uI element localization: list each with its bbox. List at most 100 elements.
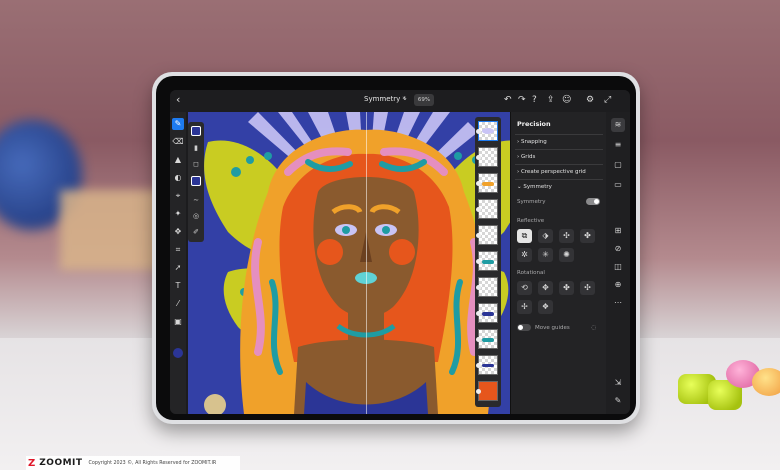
symmetry-section-label: Symmetry [523, 184, 552, 190]
stroke-icon[interactable]: ∼ [190, 194, 202, 206]
rotation-2-icon[interactable]: ⟲ [517, 281, 532, 295]
eraser-icon[interactable]: ⌫ [172, 136, 184, 148]
panel-title: Precision [517, 120, 551, 128]
layers-icon[interactable]: ≋ [611, 118, 625, 132]
reflective-label: Reflective [517, 218, 545, 224]
color-picker-swatch[interactable] [191, 176, 201, 186]
grids-label: Grids [520, 154, 536, 160]
layer-thumb[interactable] [476, 277, 498, 297]
guides-info-icon[interactable]: ◌ [591, 324, 596, 331]
top-bar: ‹ Symmetry * ⌄ 69% ↶ ↷ ? ⇪ ☺ ⚙ ⤢ [170, 90, 630, 112]
comment-icon[interactable]: ▭ [611, 178, 625, 192]
image-icon[interactable]: ▣ [172, 316, 184, 328]
canvas-icon[interactable]: ▢ [611, 158, 625, 172]
layers-panel [475, 117, 501, 407]
text-icon[interactable]: T [172, 280, 184, 292]
pen-icon[interactable]: ✎ [611, 394, 625, 408]
grids-row[interactable]: › Grids [517, 154, 535, 160]
symmetry-section-row[interactable]: ⌄ Symmetry [517, 184, 552, 190]
rotation-4-icon[interactable]: ✤ [559, 281, 574, 295]
snapping-label: Snapping [520, 139, 547, 145]
more-icon[interactable]: ⋯ [611, 296, 625, 310]
back-icon[interactable]: ‹ [176, 93, 180, 106]
touch-shortcut-button[interactable] [204, 394, 226, 414]
mask-icon[interactable]: ◫ [611, 260, 625, 274]
chevron-down-icon[interactable]: ⌄ [402, 94, 408, 102]
layer-thumb[interactable] [476, 329, 498, 349]
add-layer-icon[interactable]: ⊞ [611, 224, 625, 238]
watermark-bar: Z ZOOMIT Copyright 2023 ©, All Rights Re… [26, 456, 240, 470]
rotation-6-icon[interactable]: ✢ [517, 300, 532, 314]
rotation-8-icon[interactable]: ❖ [538, 300, 553, 314]
quad-mirror-icon[interactable]: ✣ [559, 229, 574, 243]
divider [515, 149, 603, 150]
brush-color-swatch[interactable] [191, 126, 201, 136]
layer-thumb[interactable] [476, 121, 498, 141]
fill-icon[interactable]: ▲ [172, 154, 184, 166]
layer-thumb[interactable] [476, 381, 498, 401]
layer-thumb[interactable] [476, 251, 498, 271]
chevron-right-icon: › [517, 139, 520, 145]
adjustments-icon[interactable]: ≡ [611, 138, 625, 152]
symmetry-guide-line[interactable] [366, 112, 367, 414]
chevron-right-icon: › [517, 169, 520, 175]
right-icon-strip: ≋ ≡ ▢ ▭ ⊞ ⊘ ◫ ⊕ ⋯ ⇲ ✎ [606, 112, 630, 414]
rotation-3-icon[interactable]: ✥ [538, 281, 553, 295]
help-icon[interactable]: ? [532, 94, 537, 106]
share-icon[interactable]: ⇪ [547, 94, 555, 106]
chevron-down-icon: ⌄ [517, 184, 522, 190]
undo-icon[interactable]: ↶ [504, 94, 512, 106]
radial-mirror-8-icon[interactable]: ✳ [538, 248, 553, 262]
smudge-icon[interactable]: ◐ [172, 172, 184, 184]
zoom-level[interactable]: 69% [414, 94, 434, 106]
rotational-label: Rotational [517, 270, 545, 276]
layer-thumb[interactable] [476, 173, 498, 193]
divider [515, 164, 603, 165]
horizontal-mirror-icon[interactable]: ⬗ [538, 229, 553, 243]
watermark-text: Copyright 2023 ©, All Rights Reserved fo… [88, 460, 217, 466]
snapping-row[interactable]: › Snapping [517, 139, 547, 145]
shape-icon[interactable]: ✦ [172, 208, 184, 220]
perspective-row[interactable]: › Create perspective grid [517, 169, 586, 175]
radial-mirror-16-icon[interactable]: ✺ [559, 248, 574, 262]
watermark-logo: ZOOMIT [39, 458, 83, 468]
brush-icon[interactable]: ✎ [172, 118, 184, 130]
move-guides-label: Move guides [535, 325, 570, 331]
drawing-canvas[interactable] [188, 112, 510, 414]
divider [515, 179, 603, 180]
layer-thumb[interactable] [476, 225, 498, 245]
rotation-5-icon[interactable]: ✣ [580, 281, 595, 295]
profile-icon[interactable]: ☺ [562, 94, 571, 106]
brush-size-icon[interactable]: ▮ [190, 142, 202, 154]
color-swatch[interactable] [173, 348, 183, 358]
transform-icon[interactable]: ✥ [172, 226, 184, 238]
brush-opacity-icon[interactable]: ◻ [190, 158, 202, 170]
move-guides-toggle[interactable] [517, 324, 531, 331]
layer-thumb[interactable] [476, 303, 498, 323]
radial-mirror-icon[interactable]: ✲ [517, 248, 532, 262]
eyedropper-icon[interactable]: ⁄ [172, 298, 184, 310]
ipad-device: ‹ Symmetry * ⌄ 69% ↶ ↷ ? ⇪ ☺ ⚙ ⤢ ✎ ⌫ ▲ ◐… [152, 72, 640, 424]
document-title[interactable]: Symmetry * [364, 95, 406, 103]
redo-icon[interactable]: ↷ [518, 94, 526, 106]
diagonal-mirror-icon[interactable]: ✤ [580, 229, 595, 243]
selection-icon[interactable]: ⌖ [172, 190, 184, 202]
fullscreen-icon[interactable]: ⤢ [604, 94, 611, 106]
blend-icon[interactable]: ⊕ [611, 278, 625, 292]
select-icon[interactable]: ➚ [172, 262, 184, 274]
visibility-icon[interactable]: ⊘ [611, 242, 625, 256]
stylus-icon[interactable]: ✐ [190, 226, 202, 238]
layer-thumb[interactable] [476, 199, 498, 219]
symmetry-toggle[interactable] [586, 198, 600, 205]
crop-icon[interactable]: ⌗ [172, 244, 184, 256]
layer-thumb[interactable] [476, 147, 498, 167]
layer-thumb[interactable] [476, 355, 498, 375]
artwork [188, 112, 510, 414]
brush-settings-icon[interactable]: ◎ [190, 210, 202, 222]
divider [515, 134, 603, 135]
symmetry-toggle-label: Symmetry [517, 199, 546, 205]
app-screen: ‹ Symmetry * ⌄ 69% ↶ ↷ ? ⇪ ☺ ⚙ ⤢ ✎ ⌫ ▲ ◐… [170, 90, 630, 414]
export-icon[interactable]: ⇲ [611, 376, 625, 390]
settings-icon[interactable]: ⚙ [586, 94, 594, 106]
vertical-mirror-icon[interactable]: ⧉ [517, 229, 532, 243]
